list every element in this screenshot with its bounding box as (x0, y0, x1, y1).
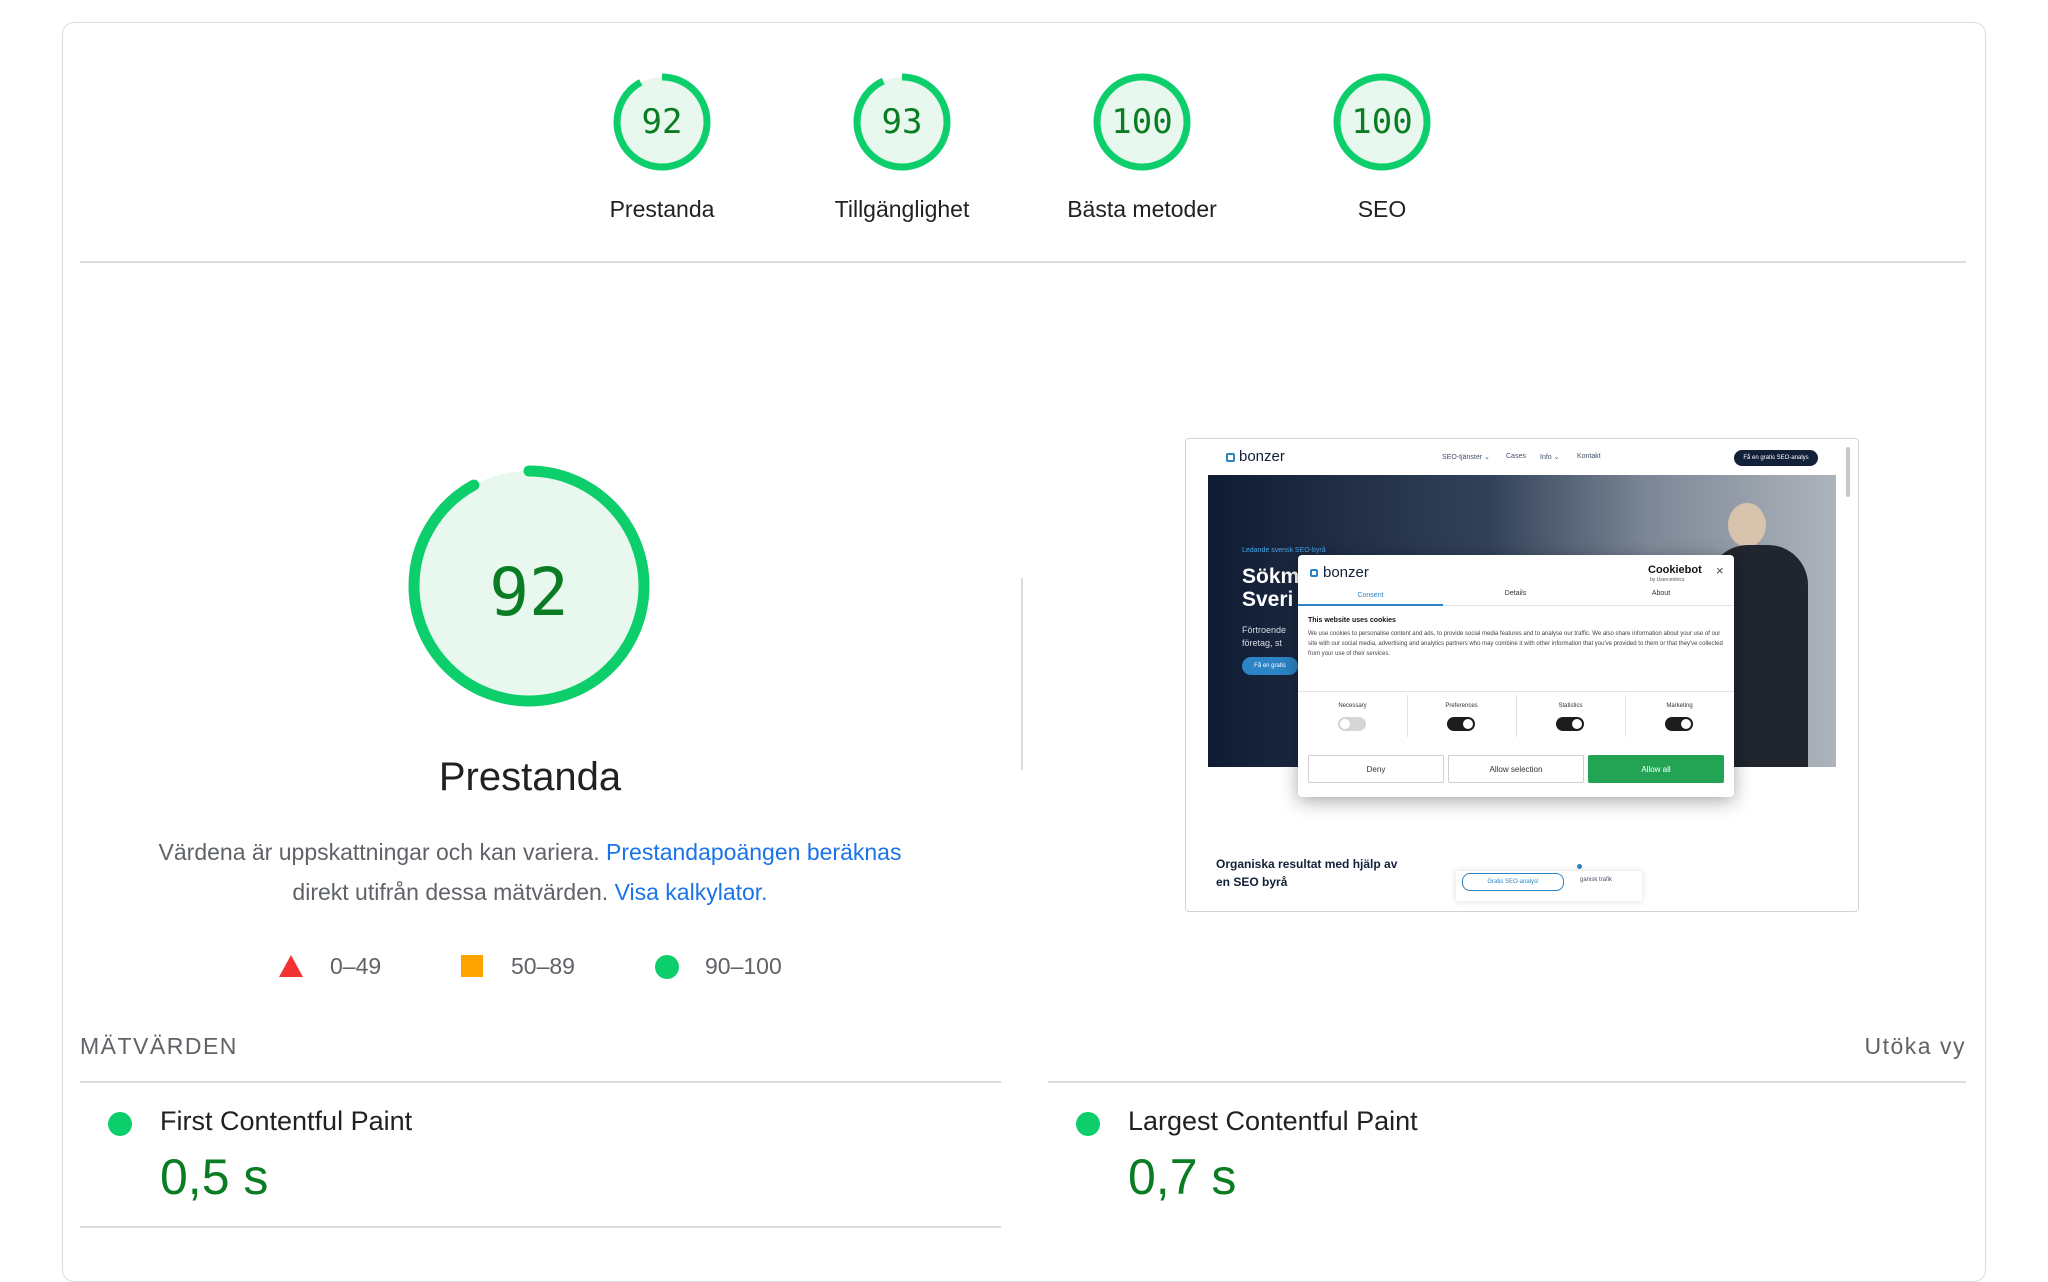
modal-brand-sub: by Usercentrics (1650, 577, 1685, 583)
modal-tab: Consent (1357, 592, 1384, 599)
modal-divider (1298, 691, 1734, 692)
metric-value: 0,5 s (160, 1149, 269, 1205)
deny-button: Deny (1308, 755, 1444, 783)
necessary-toggle (1338, 717, 1366, 731)
gauge-seo[interactable]: 100 (1332, 72, 1432, 172)
gauge-score: 93 (881, 102, 923, 142)
legend-average-range: 50–89 (511, 953, 575, 979)
metrics-divider (1048, 1081, 1966, 1083)
toggle-separator (1516, 695, 1517, 737)
thumb-nav-item: SEO-tjänster ⌄ (1442, 454, 1490, 461)
description-text: direkt utifrån dessa mätvärden. (292, 879, 609, 905)
legend-fail-range: 0–49 (330, 953, 382, 979)
hero-line: Sveri (1242, 588, 1294, 611)
pass-circle-icon (655, 955, 679, 979)
statistics-toggle (1556, 717, 1584, 731)
modal-tab: About (1651, 590, 1671, 597)
modal-brand: Cookiebot (1648, 564, 1702, 576)
final-screenshot[interactable]: bonzer SEO-tjänster ⌄ Cases Info ⌄ Konta… (1185, 438, 1859, 912)
metrics-header: MÄTVÄRDEN (80, 1033, 238, 1059)
gauge-score: 92 (641, 102, 683, 142)
metric-name: First Contentful Paint (160, 1106, 413, 1136)
toggle-label: Preferences (1445, 703, 1478, 709)
thumb-logo: bonzer (1239, 448, 1285, 465)
hero-sub: Förtroende (1242, 625, 1287, 635)
thumb-dot (1577, 864, 1582, 869)
gauge-best-practices[interactable]: 100 (1092, 72, 1192, 172)
allow-selection-button: Allow selection (1448, 755, 1584, 783)
allow-all-button: Allow all (1588, 755, 1724, 783)
gauge-label[interactable]: SEO (1262, 196, 1502, 223)
hero-button: Få en gratis (1242, 657, 1298, 675)
hero-line: Sökm (1242, 565, 1300, 588)
toggle-label: Statistics (1558, 703, 1583, 709)
marketing-toggle (1665, 717, 1693, 731)
expand-view-toggle[interactable]: Utöka vy (1790, 1033, 1966, 1060)
fail-triangle-icon (279, 955, 303, 977)
toggle-label: Marketing (1666, 703, 1693, 709)
thumb-bottom-text: ganisk trafik (1580, 877, 1613, 883)
cookie-modal: bonzer Cookiebot by Usercentrics × Conse… (1298, 555, 1734, 797)
thumb-nav: bonzer SEO-tjänster ⌄ Cases Info ⌄ Konta… (1186, 439, 1858, 475)
hero-kicker: Ledande svensk SEO-byrå (1242, 547, 1326, 554)
calculator-link[interactable]: Visa kalkylator. (615, 879, 768, 905)
section-separator (1021, 578, 1023, 770)
gauge-accessibility[interactable]: 93 (852, 72, 952, 172)
thumb-bottom-heading: Organiska resultat med hjälp av (1216, 857, 1398, 871)
modal-logo: bonzer (1323, 564, 1369, 581)
thumb-cta: Få en gratis SEO-analys (1734, 450, 1818, 466)
thumb-chip: Gratis SEO-analys! (1462, 873, 1564, 891)
thumb-nav-item: Kontakt (1577, 453, 1601, 460)
average-square-icon (461, 955, 483, 977)
modal-body: We use cookies to personalise content an… (1308, 631, 1723, 657)
gauge-performance[interactable]: 92 (612, 72, 712, 172)
pass-circle-icon (108, 1112, 132, 1136)
metric-name: Largest Contentful Paint (1128, 1106, 1418, 1136)
modal-tab-indicator (1298, 604, 1443, 606)
bonzer-logo-icon (1226, 453, 1235, 462)
modal-tab: Details (1504, 590, 1527, 597)
gauge-score: 100 (1111, 102, 1173, 142)
metrics-divider (80, 1081, 1001, 1083)
person-head (1728, 503, 1766, 547)
gauge-label[interactable]: Prestanda (542, 196, 782, 223)
thumb-nav-item: Cases (1506, 453, 1526, 460)
thumb-bottom-heading: en SEO byrå (1216, 875, 1288, 889)
thumb-nav-item: Info ⌄ (1540, 454, 1560, 461)
metric-value: 0,7 s (1128, 1149, 1237, 1205)
score-calc-link[interactable]: Prestandapoängen beräknas (606, 839, 901, 865)
toggle-separator (1625, 695, 1626, 737)
gauge-label[interactable]: Bästa metoder (1022, 196, 1262, 223)
bonzer-logo-icon (1310, 569, 1318, 577)
description-text: Värdena är uppskattningar och kan varier… (158, 839, 600, 865)
toggle-label: Necessary (1338, 703, 1367, 709)
pass-circle-icon (1076, 1112, 1100, 1136)
close-icon: × (1716, 563, 1724, 578)
legend-pass-range: 90–100 (705, 953, 782, 979)
header-divider (80, 261, 1966, 263)
hero-sub: företag, st (1242, 638, 1283, 648)
performance-score: 92 (489, 553, 569, 631)
metrics-divider (80, 1226, 1001, 1228)
toggle-separator (1407, 695, 1408, 737)
thumb-scrollbar (1846, 447, 1850, 497)
gauge-score: 100 (1351, 102, 1413, 142)
preferences-toggle (1447, 717, 1475, 731)
gauge-label[interactable]: Tillgänglighet (782, 196, 1022, 223)
performance-title: Prestanda (438, 755, 622, 799)
modal-heading: This website uses cookies (1308, 617, 1396, 624)
score-description: Värdena är uppskattningar och kan varier… (110, 832, 950, 912)
